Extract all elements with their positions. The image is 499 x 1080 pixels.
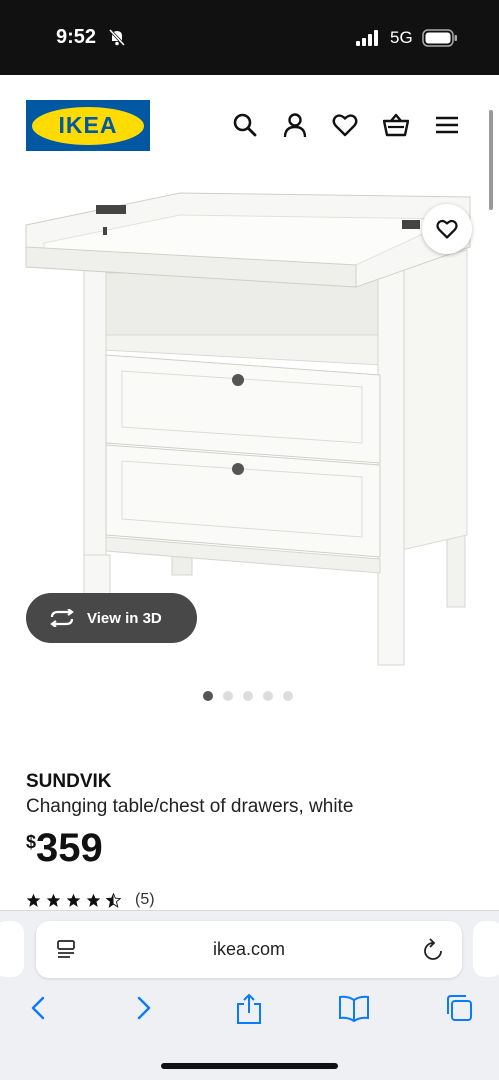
status-bar: 9:52 5G bbox=[0, 0, 499, 75]
ikea-logo[interactable]: IKEA bbox=[26, 100, 150, 151]
status-time: 9:52 bbox=[56, 26, 97, 48]
view-in-3d-label: View in 3D bbox=[87, 609, 162, 627]
product-name: SUNDVIK bbox=[26, 771, 112, 792]
tabs-icon[interactable] bbox=[444, 993, 474, 1023]
favorite-button[interactable] bbox=[422, 204, 472, 254]
forward-icon[interactable] bbox=[133, 993, 155, 1023]
browser-chrome: ikea.com bbox=[0, 910, 499, 1080]
previous-tab-preview[interactable] bbox=[0, 921, 24, 977]
rotate-3d-icon bbox=[50, 609, 74, 627]
star-icon bbox=[46, 893, 61, 907]
pagination-dot[interactable] bbox=[283, 691, 293, 701]
product-description: Changing table/chest of drawers, white bbox=[26, 796, 354, 817]
basket-icon[interactable] bbox=[383, 112, 409, 138]
address-bar[interactable]: ikea.com bbox=[36, 921, 462, 978]
account-icon[interactable] bbox=[282, 112, 308, 138]
signal-icon bbox=[356, 30, 378, 46]
share-icon[interactable] bbox=[235, 993, 263, 1025]
star-icon bbox=[26, 893, 41, 907]
price-currency: $ bbox=[26, 832, 37, 852]
price-value: 359 bbox=[36, 826, 103, 870]
url-text: ikea.com bbox=[212, 939, 286, 959]
site-header: IKEA bbox=[0, 75, 499, 175]
view-in-3d-button[interactable]: View in 3D bbox=[26, 593, 197, 643]
network-label: 5G bbox=[390, 28, 413, 47]
rating-stars bbox=[26, 892, 121, 908]
pagination-dot[interactable] bbox=[203, 691, 213, 701]
product-price: $359 bbox=[26, 826, 103, 871]
logo-text: IKEA bbox=[58, 112, 118, 138]
home-indicator bbox=[161, 1063, 338, 1069]
pagination-dot[interactable] bbox=[243, 691, 253, 701]
pagination-dot[interactable] bbox=[263, 691, 273, 701]
bookmarks-icon[interactable] bbox=[338, 993, 370, 1023]
half-star-icon bbox=[106, 892, 121, 908]
rating-count: (5) bbox=[135, 891, 155, 908]
bell-slash-icon bbox=[108, 28, 126, 46]
search-icon[interactable] bbox=[232, 112, 258, 138]
battery-icon bbox=[422, 29, 457, 47]
back-icon[interactable] bbox=[27, 993, 49, 1023]
pagination-dot[interactable] bbox=[223, 691, 233, 701]
product-rating[interactable]: (5) bbox=[26, 891, 155, 909]
next-tab-preview[interactable] bbox=[473, 921, 499, 977]
reload-icon[interactable] bbox=[422, 938, 444, 962]
heart-icon[interactable] bbox=[332, 112, 358, 138]
star-icon bbox=[66, 893, 81, 907]
gallery-pagination bbox=[203, 691, 293, 701]
heart-icon bbox=[436, 219, 458, 239]
logo-oval: IKEA bbox=[32, 106, 144, 145]
star-icon bbox=[86, 893, 101, 907]
menu-icon[interactable] bbox=[434, 112, 460, 138]
